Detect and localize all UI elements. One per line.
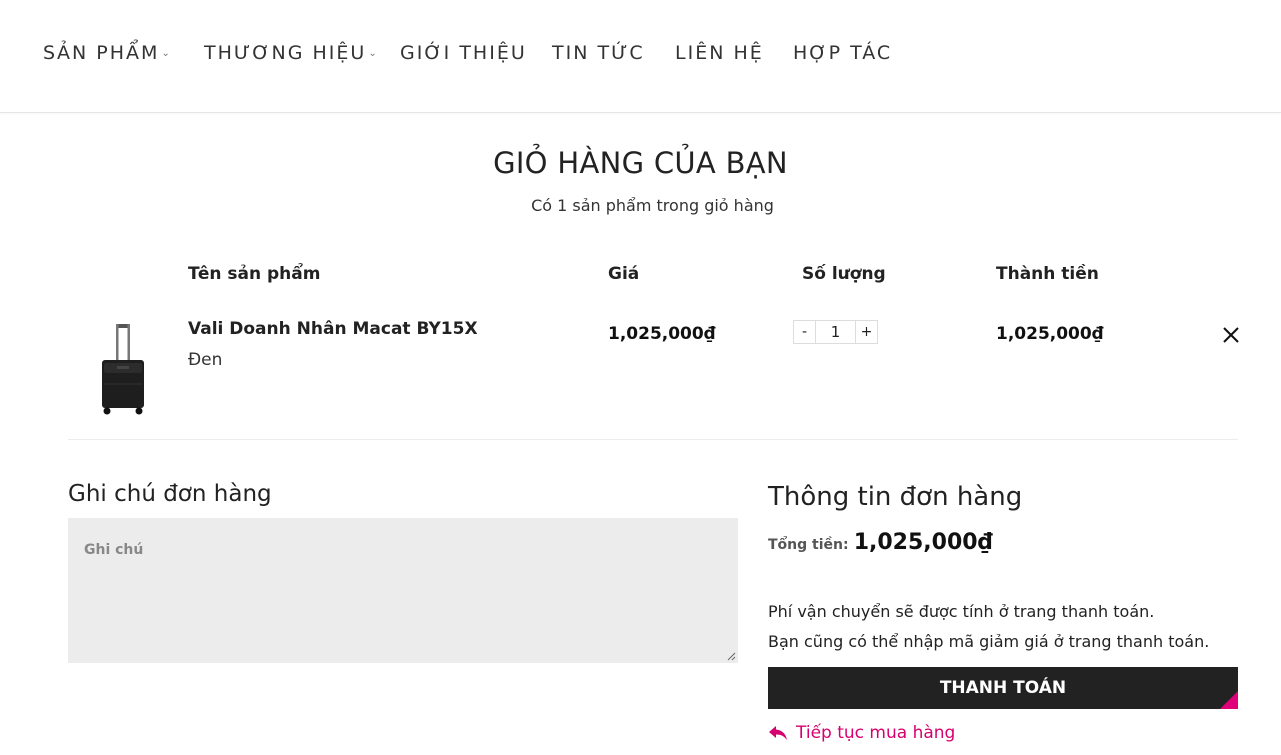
cart-count-text: Có 1 sản phẩm trong giỏ hàng: [531, 196, 774, 215]
column-header-price: Giá: [608, 264, 640, 284]
checkout-button[interactable]: THANH TOÁN: [768, 667, 1238, 709]
nav-item-label: TIN TỨC: [552, 42, 645, 64]
continue-shopping-link[interactable]: Tiếp tục mua hàng: [768, 723, 955, 743]
product-name-link[interactable]: Vali Doanh Nhân Macat BY15X: [188, 319, 478, 339]
order-note-heading: Ghi chú đơn hàng: [68, 481, 272, 507]
accent-corner: [1220, 691, 1238, 709]
order-total-value: 1,025,000₫: [853, 530, 993, 555]
nav-item-label: LIÊN HỆ: [675, 42, 764, 64]
nav-item-hop-tac[interactable]: HỢP TÁC: [793, 42, 892, 64]
close-icon[interactable]: [1221, 325, 1241, 345]
nav-item-label: THƯƠNG HIỆU: [204, 42, 367, 64]
nav-item-san-pham[interactable]: SẢN PHẨM ⌄: [43, 42, 170, 64]
quantity-input[interactable]: 1: [816, 320, 855, 344]
nav-item-thuong-hieu[interactable]: THƯƠNG HIỆU ⌄: [204, 42, 377, 64]
shipping-note: Phí vận chuyển sẽ được tính ở trang than…: [768, 597, 1209, 657]
order-total-row: Tổng tiền: 1,025,000₫: [768, 530, 993, 555]
column-header-name: Tên sản phẩm: [188, 264, 321, 284]
nav-item-gioi-thieu[interactable]: GIỚI THIỆU: [400, 42, 527, 64]
column-header-quantity: Số lượng: [802, 264, 886, 284]
quantity-stepper: - 1 +: [793, 320, 878, 344]
shipping-note-line: Phí vận chuyển sẽ được tính ở trang than…: [768, 602, 1155, 621]
chevron-down-icon: ⌄: [161, 48, 170, 59]
nav-item-tin-tuc[interactable]: TIN TỨC: [552, 42, 645, 64]
nav-item-label: HỢP TÁC: [793, 42, 893, 64]
checkout-button-label: THANH TOÁN: [939, 678, 1067, 698]
increment-button[interactable]: +: [855, 320, 878, 344]
top-navigation: SẢN PHẨM ⌄ THƯƠNG HIỆU ⌄ GIỚI THIỆU TIN TỨ…: [0, 0, 1281, 113]
decrement-button[interactable]: -: [793, 320, 816, 344]
order-total-label: Tổng tiền:: [768, 537, 849, 553]
nav-item-label: SẢN PHẨM: [43, 42, 160, 64]
resize-grip-icon[interactable]: [726, 651, 736, 661]
continue-shopping-label: Tiếp tục mua hàng: [796, 723, 956, 743]
row-divider: [68, 439, 1238, 440]
page-title: GIỎ HÀNG CỦA BẠN: [493, 146, 788, 180]
column-header-total: Thành tiền: [996, 264, 1099, 284]
nav-item-lien-he[interactable]: LIÊN HỆ: [675, 42, 764, 64]
chevron-down-icon: ⌄: [368, 48, 377, 59]
reply-arrow-icon: [769, 726, 787, 740]
product-price: 1,025,000₫: [608, 324, 716, 344]
line-total: 1,025,000₫: [996, 324, 1104, 344]
order-note-textarea[interactable]: [68, 518, 738, 663]
suitcase-icon[interactable]: [96, 322, 150, 416]
product-variant: Đen: [188, 350, 223, 370]
order-info-heading: Thông tin đơn hàng: [768, 482, 1023, 512]
discount-note-line: Bạn cũng có thể nhập mã giảm giá ở trang…: [768, 632, 1210, 651]
nav-item-label: GIỚI THIỆU: [400, 42, 527, 64]
